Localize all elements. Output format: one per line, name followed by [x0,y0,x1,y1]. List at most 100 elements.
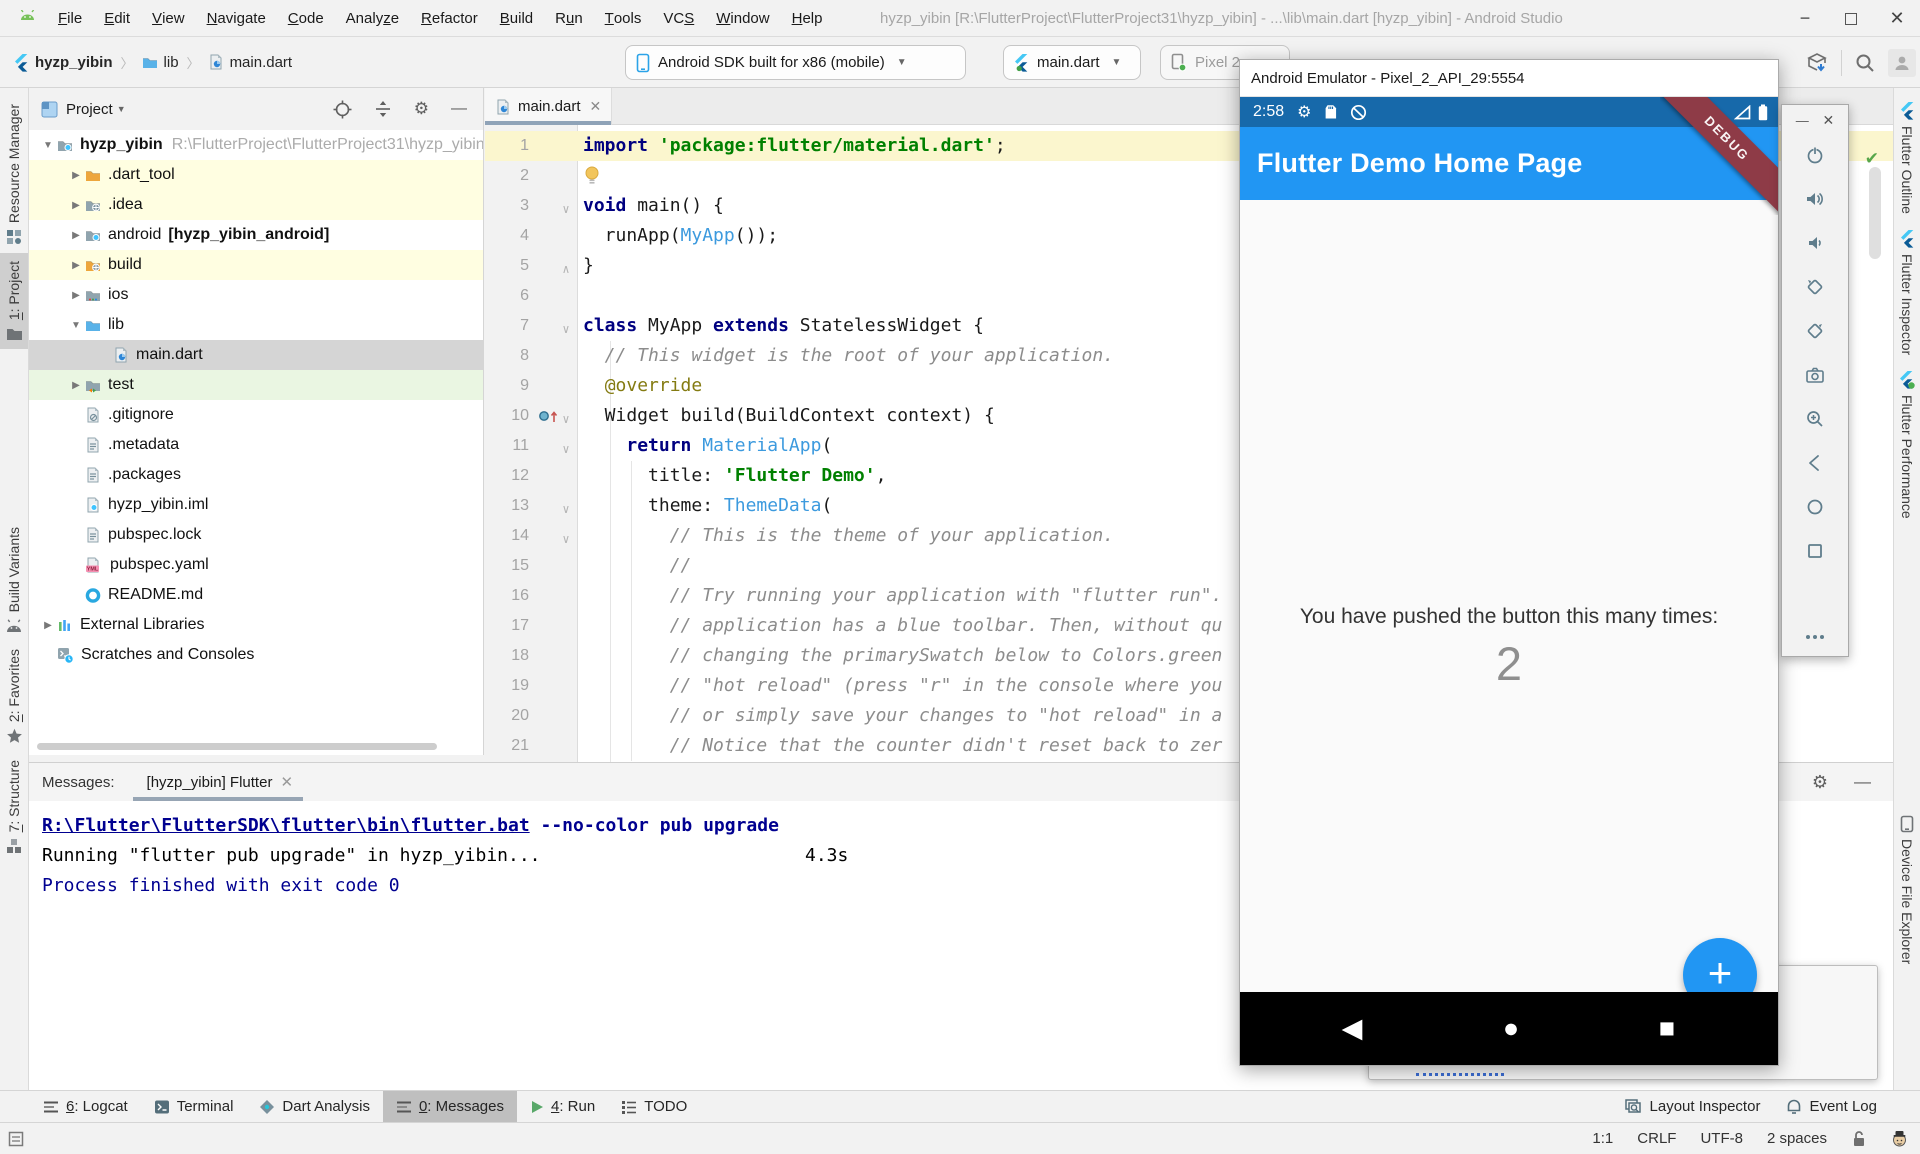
emulator-rotate-right-icon[interactable] [1782,309,1848,353]
sidebar-item-resource-manager[interactable]: Resource Manager [0,96,28,253]
breadcrumb-item-hyzp_yibin[interactable]: hyzp_yibin [14,54,113,72]
chevron-right-icon[interactable]: ▶ [67,230,85,241]
menu-build[interactable]: Build [489,0,544,37]
menu-edit[interactable]: Edit [93,0,141,37]
nav-back-icon[interactable]: ◀ [1322,992,1382,1065]
chevron-right-icon[interactable]: ▶ [67,200,85,211]
toolwindow-button-0-messages[interactable]: 0: Messages [383,1091,517,1123]
chevron-right-icon[interactable]: ▶ [67,170,85,181]
menu-vcs[interactable]: VCS [652,0,705,37]
close-tab-icon[interactable]: ✕ [280,773,293,791]
minimize-window-icon[interactable]: − [1782,0,1828,37]
tree-row[interactable]: ▶.idea [29,190,483,220]
editor-scrollbar[interactable] [1869,167,1881,259]
locate-file-icon[interactable] [333,100,352,119]
more-options-icon[interactable] [1805,634,1825,640]
maximize-window-icon[interactable] [1828,0,1874,37]
sidebar-item-device-file-explorer[interactable]: Device File Explorer [1894,807,1920,972]
hector-inspector-icon[interactable] [1891,1130,1908,1148]
emulator-home-icon[interactable] [1782,485,1848,529]
fold-marker-icon[interactable]: ∨ [559,434,573,464]
menu-help[interactable]: Help [781,0,834,37]
toolwindow-button-event-log[interactable]: Event Log [1773,1091,1890,1123]
tree-row[interactable]: .packages [29,460,483,490]
fold-marker-icon[interactable]: ∨ [559,524,573,554]
tree-row[interactable]: pubspec.lock [29,520,483,550]
tree-row[interactable]: main.dart [29,340,483,370]
emulator-close-icon[interactable]: ✕ [1823,112,1835,129]
tab-main-dart[interactable]: main.dart ✕ [485,88,612,125]
tree-row[interactable]: ▶android[hyzp_yibin_android] [29,220,483,250]
collapse-all-icon[interactable] [374,100,392,118]
sidebar-item-7-structure[interactable]: 7: Structure [0,752,28,862]
tree-row[interactable]: ▶test [29,370,483,400]
search-icon[interactable] [1854,52,1876,74]
sidebar-item-flutter-performance[interactable]: Flutter Performance [1894,363,1920,527]
tree-row[interactable]: ▶build [29,250,483,280]
breadcrumb-item-main.dart[interactable]: main.dart [208,54,293,71]
horizontal-scrollbar[interactable] [37,743,437,750]
emulator-power-icon[interactable] [1782,133,1848,177]
tree-row[interactable]: ▼hyzp_yibinR:\FlutterProject\FlutterProj… [29,130,483,160]
toolwindow-button-dart-analysis[interactable]: Dart Analysis [246,1091,383,1123]
sidebar-item-flutter-outline[interactable]: Flutter Outline [1894,94,1920,222]
emulator-zoom-icon[interactable] [1782,397,1848,441]
fold-marker-icon[interactable]: ∨ [559,194,573,224]
chevron-right-icon[interactable]: ▶ [67,260,85,271]
tab-flutter-messages[interactable]: [hyzp_yibin] Flutter ✕ [141,763,299,801]
chevron-right-icon[interactable]: ▶ [67,380,85,391]
emulator-screen[interactable]: 2:58 ⚙ Flutter Demo Home Page DEBUG You … [1240,97,1778,1065]
emulator-rotate-left-icon[interactable] [1782,265,1848,309]
sidebar-item-flutter-inspector[interactable]: Flutter Inspector [1894,222,1920,363]
hide-panel-icon[interactable]: — [451,100,467,118]
tree-row[interactable]: ▶.dart_tool [29,160,483,190]
emulator-volume-up-icon[interactable] [1782,177,1848,221]
fold-end-icon[interactable]: ∧ [559,254,573,284]
chevron-right-icon[interactable]: ▶ [39,620,57,631]
fold-marker-icon[interactable]: ∨ [559,494,573,524]
tree-row[interactable]: ▼lib [29,310,483,340]
menu-view[interactable]: View [141,0,196,37]
emulator-camera-icon[interactable] [1782,353,1848,397]
tree-row[interactable]: README.md [29,580,483,610]
toolwindow-button-6-logcat[interactable]: 6: Logcat [30,1091,141,1123]
menu-refactor[interactable]: Refactor [410,0,489,37]
inspections-ok-icon[interactable]: ✔ [1865,149,1879,169]
menu-analyze[interactable]: Analyze [335,0,410,37]
sdk-manager-icon[interactable] [1805,51,1829,75]
toolwindow-button-4-run[interactable]: 4: Run [517,1091,608,1123]
sidebar-item-2-favorites[interactable]: 2: Favorites [0,641,28,752]
tree-row[interactable]: .metadata [29,430,483,460]
toolwindow-button-todo[interactable]: TODO [608,1091,700,1123]
chevron-right-icon[interactable]: ▶ [67,290,85,301]
toolwindow-button-layout-inspector[interactable]: Layout Inspector [1612,1091,1774,1123]
menu-window[interactable]: Window [705,0,780,37]
status-item-1-1[interactable]: 1:1 [1592,1130,1613,1147]
tree-row[interactable]: .gitignore [29,400,483,430]
tree-row[interactable]: hyzp_yibin.iml [29,490,483,520]
sidebar-item-build-variants[interactable]: Build Variants [0,519,28,640]
menu-run[interactable]: Run [544,0,594,37]
close-tab-icon[interactable]: ✕ [590,98,602,115]
emulator-minimize-icon[interactable]: — [1796,113,1809,128]
tree-row[interactable]: ▶External Libraries [29,610,483,640]
console-link[interactable]: R:\Flutter\FlutterSDK\flutter\bin\flutte… [42,815,530,836]
sidebar-item-1-project[interactable]: 1: Project [0,253,28,349]
close-window-icon[interactable]: ✕ [1874,0,1920,37]
workspace-toggle-icon[interactable] [8,1131,24,1147]
tree-row[interactable]: ▶ios [29,280,483,310]
hide-panel-icon[interactable]: — [1854,772,1871,792]
menu-navigate[interactable]: Navigate [196,0,277,37]
toolwindow-button-terminal[interactable]: Terminal [141,1091,247,1123]
project-panel-title[interactable]: Project [66,101,113,118]
tree-row[interactable]: Scratches and Consoles [29,640,483,670]
nav-home-icon[interactable]: ● [1481,992,1541,1065]
status-item-utf-8[interactable]: UTF-8 [1700,1130,1743,1147]
menu-tools[interactable]: Tools [594,0,653,37]
avatar[interactable] [1888,49,1916,77]
tree-row[interactable]: YMLpubspec.yaml [29,550,483,580]
chevron-down-icon[interactable]: ▼ [67,320,85,331]
breadcrumb-item-lib[interactable]: lib [142,54,179,71]
settings-gear-icon[interactable]: ⚙ [1812,772,1828,793]
emulator-back-icon[interactable] [1782,441,1848,485]
